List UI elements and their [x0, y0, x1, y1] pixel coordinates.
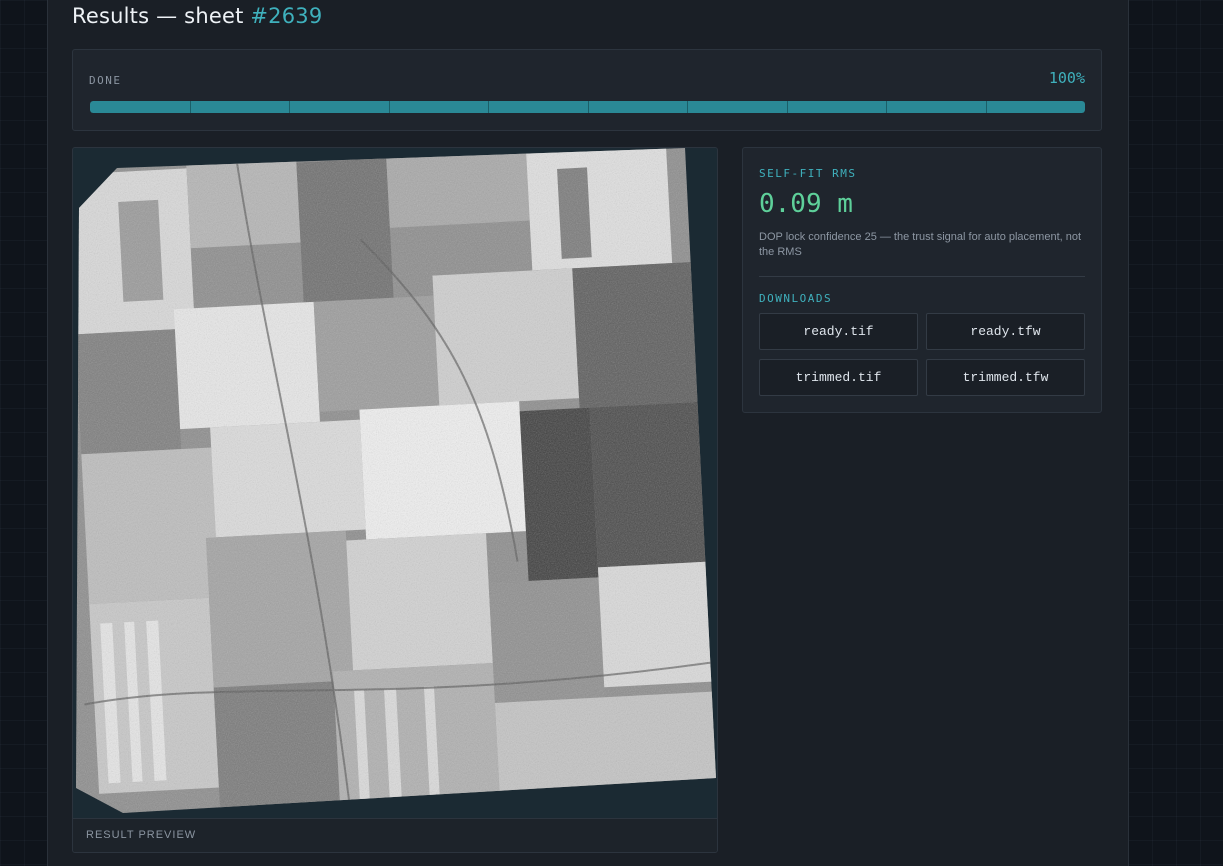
progress-segment-tick — [588, 101, 589, 113]
progress-segment-tick — [190, 101, 191, 113]
divider — [759, 276, 1085, 277]
progress-segment-tick — [687, 101, 688, 113]
preview-caption: RESULT PREVIEW — [86, 829, 197, 841]
progress-percent: 100% — [1048, 69, 1085, 87]
download-ready-tfw-button[interactable]: ready.tfw — [926, 313, 1085, 350]
preview-card: RESULT PREVIEW — [72, 147, 718, 853]
progress-segment-tick — [289, 101, 290, 113]
progress-card: DONE 100% — [72, 49, 1102, 131]
status-label: DONE — [89, 74, 122, 87]
self-fit-label: SELF-FIT RMS — [759, 167, 857, 180]
page-title: Results — sheet #2639 — [72, 4, 322, 28]
self-fit-card: SELF-FIT RMS 0.09 m DOP lock confidence … — [742, 147, 1102, 413]
downloads-label: DOWNLOADS — [759, 292, 833, 305]
progress-segment-tick — [787, 101, 788, 113]
progress-segment-tick — [986, 101, 987, 113]
self-fit-value: 0.09 m — [759, 189, 853, 219]
progress-segment-tick — [886, 101, 887, 113]
preview-footer: RESULT PREVIEW — [73, 818, 717, 852]
progress-segment-tick — [389, 101, 390, 113]
progress-track — [90, 101, 1085, 113]
download-trimmed-tfw-button[interactable]: trimmed.tfw — [926, 359, 1085, 396]
download-ready-tif-button[interactable]: ready.tif — [759, 313, 918, 350]
download-trimmed-tif-button[interactable]: trimmed.tif — [759, 359, 918, 396]
self-fit-note: DOP lock confidence 25 — the trust signa… — [759, 231, 1082, 258]
result-preview-image — [73, 148, 717, 818]
sheet-number: #2639 — [250, 4, 323, 28]
title-prefix: Results — sheet — [72, 4, 251, 28]
progress-segment-tick — [488, 101, 489, 113]
